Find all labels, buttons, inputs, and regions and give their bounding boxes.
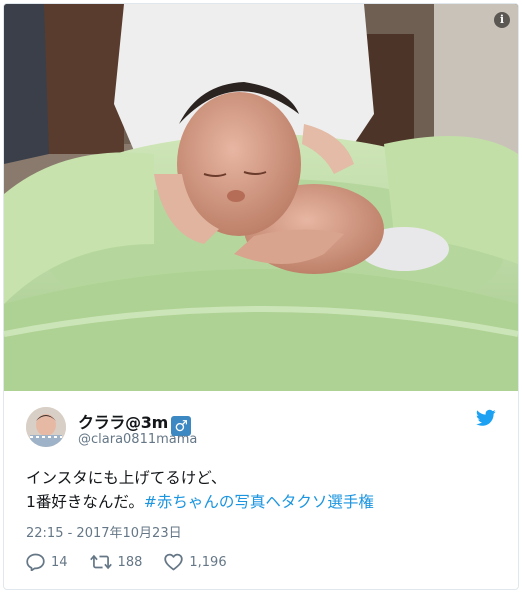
tweet-line-2-text: 1番好きなんだ。: [26, 493, 144, 511]
twitter-bird-icon[interactable]: [476, 409, 496, 427]
reply-button[interactable]: 14: [26, 553, 68, 571]
tweet-line-2: 1番好きなんだ。#赤ちゃんの写真ヘタクソ選手権: [26, 490, 374, 514]
heart-icon: [164, 553, 184, 571]
retweet-count: 188: [117, 554, 143, 570]
tweet-timestamp[interactable]: 22:15 - 2017年10月23日: [26, 522, 182, 541]
like-count: 1,196: [189, 554, 227, 570]
tweet-text: インスタにも上げてるけど、 1番好きなんだ。#赤ちゃんの写真ヘタクソ選手権: [26, 466, 374, 514]
embedded-tweet-card: i クララ@3m ♂ @clara0811mama インスタにも上げてるけど、 1…: [3, 3, 519, 590]
tweet-photo[interactable]: i: [4, 4, 518, 391]
retweet-button[interactable]: 188: [89, 553, 143, 571]
tweet-line-1: インスタにも上げてるけど、: [26, 469, 227, 487]
retweet-icon: [89, 554, 112, 570]
tweet-actions: 14 188 1,196: [26, 550, 249, 574]
display-name: クララ@3m: [78, 413, 169, 432]
author-handle[interactable]: @clara0811mama: [78, 432, 197, 447]
reply-count: 14: [51, 554, 68, 570]
avatar[interactable]: [26, 407, 66, 447]
reply-icon: [26, 553, 45, 571]
info-icon[interactable]: i: [494, 12, 510, 28]
like-button[interactable]: 1,196: [164, 553, 227, 571]
baby-bath-photo: [4, 4, 518, 391]
hashtag-link[interactable]: #赤ちゃんの写真ヘタクソ選手権: [144, 493, 374, 511]
avatar-image: [26, 407, 66, 447]
tweet-author: クララ@3m ♂ @clara0811mama: [26, 407, 496, 451]
